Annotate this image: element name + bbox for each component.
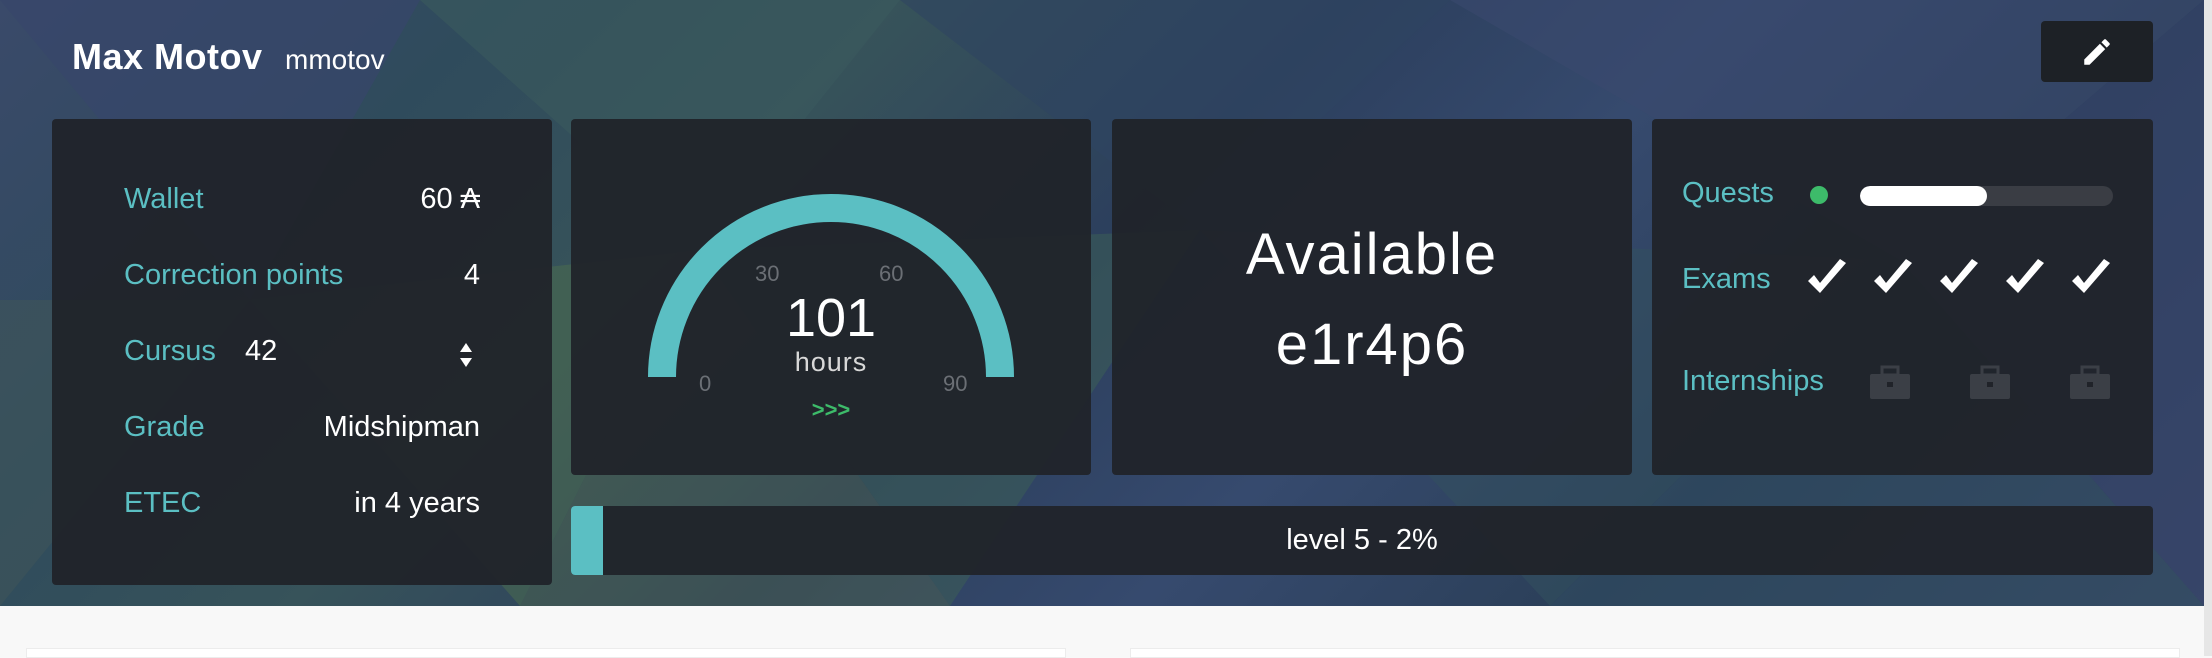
cursus-select[interactable]: 42 — [245, 335, 277, 368]
logtime-panel[interactable]: 0 30 60 90 101 hours >>> — [571, 119, 1091, 475]
quests-status-dot — [1810, 186, 1828, 204]
exam-check-icon — [2072, 259, 2110, 293]
gauge-value: 101 — [785, 288, 877, 348]
profile-banner: Max Motov mmotov Wallet 60 ₳ Correction … — [0, 0, 2204, 606]
exam-check-icon — [2006, 259, 2044, 293]
quests-label: Quests — [1682, 177, 1774, 209]
exam-check-icon — [1808, 259, 1846, 293]
wallet-value: 60 ₳ — [420, 183, 480, 215]
exams-label: Exams — [1682, 263, 1771, 295]
level-bar: level 5 - 2% — [571, 506, 2153, 575]
stats-panel: Wallet 60 ₳ Correction points 4 Cursus 4… — [52, 119, 552, 585]
gauge-tick-30: 30 — [755, 261, 780, 286]
grade-value: Midshipman — [323, 411, 480, 443]
availability-status: Available — [1245, 222, 1499, 287]
page-scrollbar[interactable] — [2204, 0, 2212, 656]
exam-check-icon — [1940, 259, 1978, 293]
level-text: level 5 - 2% — [1286, 524, 1438, 556]
content-card-left — [26, 648, 1066, 658]
quests-progress-bar — [1860, 186, 2113, 206]
pencil-icon — [2084, 38, 2110, 65]
briefcase-icon — [2070, 365, 2110, 399]
edit-profile-button[interactable] — [2041, 21, 2153, 82]
grade-label: Grade — [124, 411, 205, 443]
availability-host: e1r4p6 — [1275, 312, 1469, 377]
logtime-more-link[interactable]: >>> — [571, 397, 1091, 423]
briefcase-icon — [1870, 365, 1910, 399]
availability-panel: Available e1r4p6 — [1112, 119, 1632, 475]
internships-label: Internships — [1682, 365, 1824, 397]
etec-value: in 4 years — [354, 487, 480, 519]
user-display-name: Max Motov — [72, 36, 263, 77]
cursus-label: Cursus — [124, 335, 216, 367]
wallet-label: Wallet — [124, 183, 204, 215]
content-card-right — [1130, 648, 2180, 658]
quests-progress-fill — [1860, 186, 1987, 206]
user-login: mmotov — [285, 44, 385, 75]
briefcase-icon — [1970, 365, 2010, 399]
correction-points-value: 4 — [463, 259, 480, 291]
gauge-tick-60: 60 — [879, 261, 904, 286]
exam-check-icon — [1874, 259, 1912, 293]
etec-label: ETEC — [124, 487, 202, 519]
cursus-select-arrows-icon[interactable] — [458, 341, 474, 369]
achievements-panel: Quests Exams Internships — [1652, 119, 2153, 475]
correction-points-label: Correction points — [124, 259, 344, 291]
gauge-unit: hours — [794, 347, 868, 377]
